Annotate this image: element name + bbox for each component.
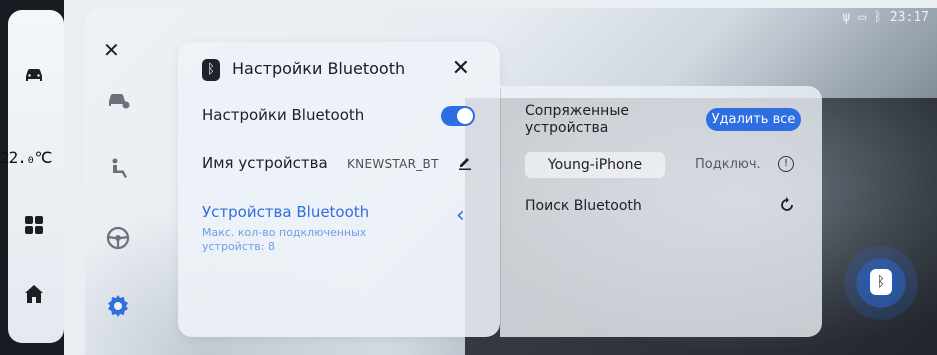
vehicle-settings-icon[interactable] xyxy=(105,86,131,112)
device-name-label: Имя устройства xyxy=(202,154,328,172)
steering-wheel-icon[interactable] xyxy=(105,225,131,251)
settings-sidebar: ✕ xyxy=(85,8,175,355)
bluetooth-settings-label: Настройки Bluetooth xyxy=(202,106,365,124)
gear-icon[interactable] xyxy=(105,293,131,319)
bluetooth-devices-link[interactable]: Устройства Bluetooth xyxy=(202,203,369,221)
bluetooth-icon: ᛒ xyxy=(874,10,882,25)
column-divider xyxy=(500,88,501,326)
card-title: Настройки Bluetooth xyxy=(232,59,406,78)
close-card-icon[interactable]: ✕ xyxy=(452,57,470,81)
home-icon[interactable] xyxy=(22,282,46,306)
usb-icon: ψ xyxy=(842,10,851,25)
paired-devices-label: Сопряженные устройства xyxy=(525,103,630,136)
delete-all-button[interactable]: Удалить все xyxy=(706,108,801,131)
apps-grid-icon[interactable] xyxy=(22,213,46,237)
card-header: ᛒ Настройки Bluetooth ✕ xyxy=(202,57,480,83)
bluetooth-badge-icon: ᛒ xyxy=(202,59,220,81)
info-icon[interactable]: ! xyxy=(778,156,794,172)
battery-icon: ▭ xyxy=(858,10,867,25)
bluetooth-settings-card: ᛒ Настройки Bluetooth ✕ xyxy=(178,42,500,337)
paired-device-status: Подключ. xyxy=(695,157,761,172)
device-name-value: KNEWSTAR_BT xyxy=(347,157,439,171)
edit-icon[interactable] xyxy=(458,154,472,170)
bluetooth-toggle[interactable] xyxy=(441,106,475,126)
close-settings-icon[interactable]: ✕ xyxy=(103,38,127,62)
status-bar: ψ ▭ ᛒ 23:17 xyxy=(842,10,929,25)
bluetooth-devices-subtitle: Макс. кол-во подключенных устройств: 8 xyxy=(202,226,367,253)
screen: 22.₀℃ ✕ ψ ▭ ᛒ 23:17 ᛒ Настройки Bluetoot… xyxy=(0,0,937,355)
bluetooth-device-icon: ᛒ xyxy=(870,269,892,295)
temperature-readout[interactable]: 22.₀℃ xyxy=(0,148,70,167)
clock: 23:17 xyxy=(889,10,929,25)
car-icon[interactable] xyxy=(22,62,46,86)
seat-icon[interactable] xyxy=(105,156,131,182)
paired-device-item[interactable]: Young-iPhone xyxy=(525,152,665,178)
search-bluetooth-label: Поиск Bluetooth xyxy=(525,198,642,214)
refresh-icon[interactable] xyxy=(778,196,796,214)
chevron-left-icon[interactable]: ‹ xyxy=(456,203,465,228)
toggle-knob xyxy=(457,108,473,124)
